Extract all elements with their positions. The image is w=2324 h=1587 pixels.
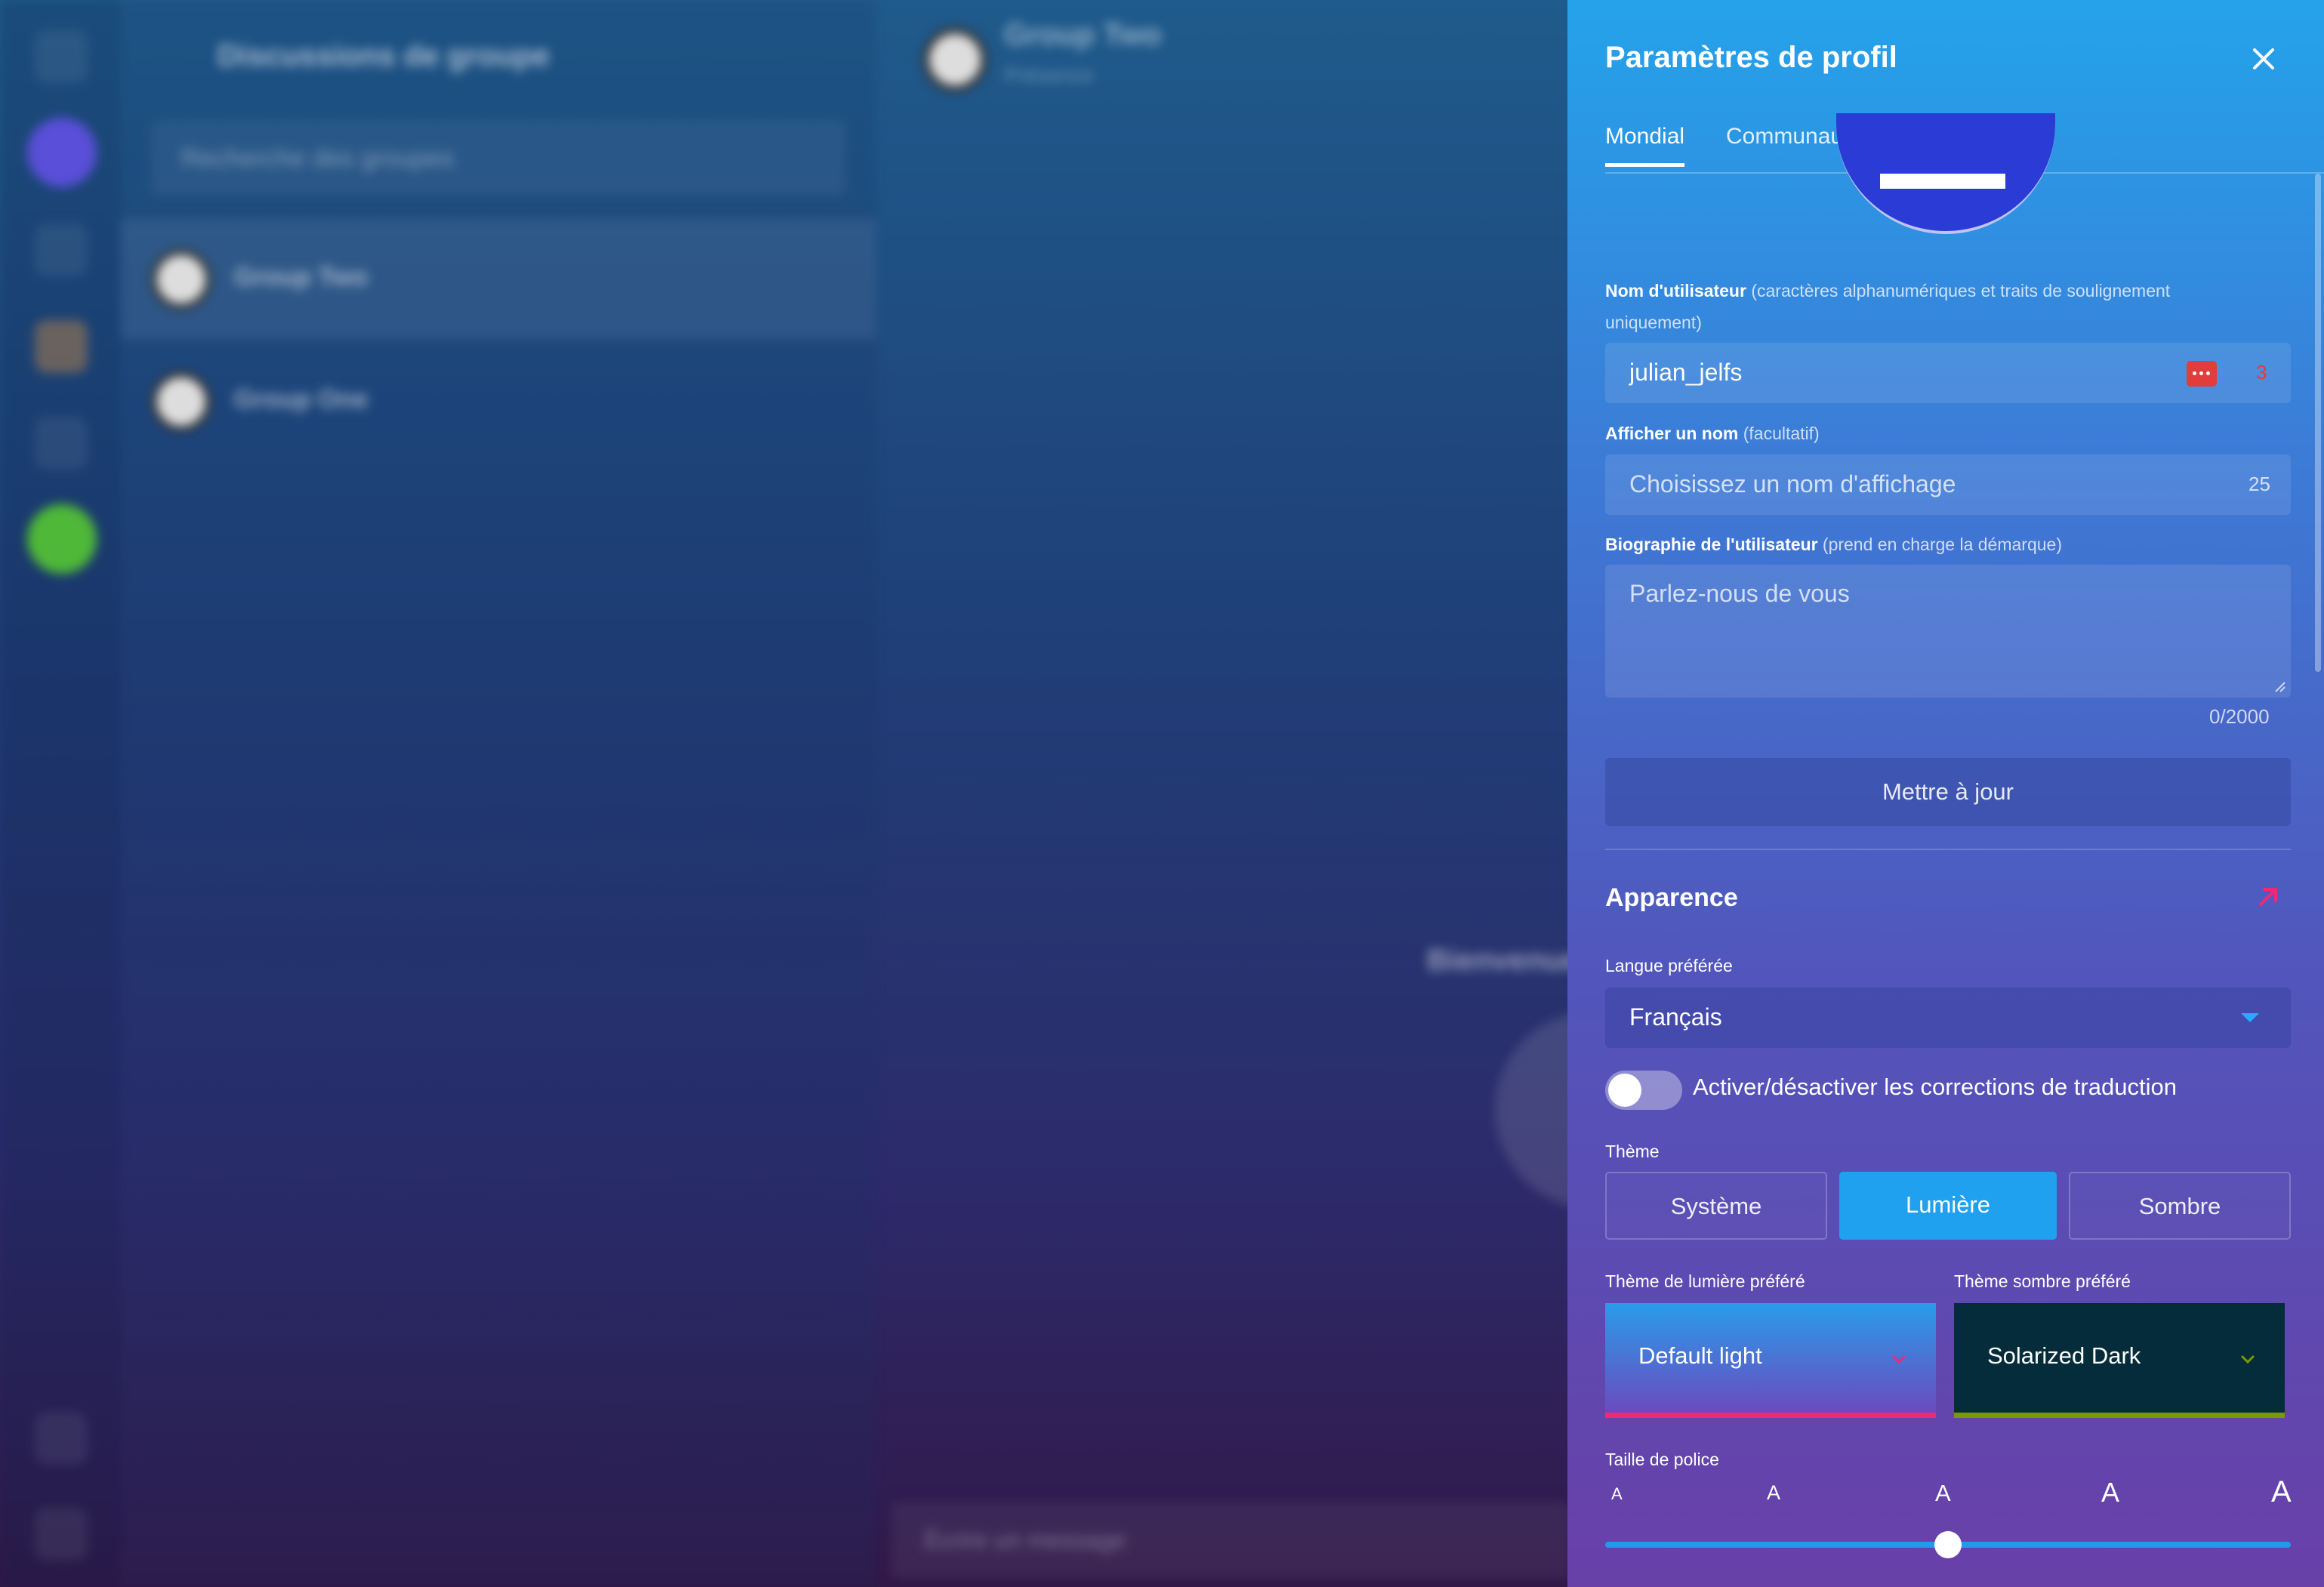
dark-theme-select[interactable]: Solarized Dark — [1954, 1303, 2285, 1418]
password-dots-icon[interactable] — [2187, 361, 2217, 387]
translation-corrections-toggle[interactable] — [1605, 1071, 1682, 1110]
group-name: Group Two — [234, 263, 368, 291]
left-rail — [0, 0, 121, 1587]
external-link-icon[interactable] — [2252, 880, 2285, 914]
profile-icon — [35, 1507, 88, 1560]
light-theme-select[interactable]: Default light — [1605, 1303, 1936, 1418]
group-name: Group One — [234, 385, 368, 414]
group-avatar — [151, 249, 211, 310]
display-name-placeholder: Choisissez un nom d'affichage — [1629, 470, 1956, 498]
theme-light-button[interactable]: Lumière — [1839, 1172, 2057, 1240]
group-avatar — [151, 371, 211, 432]
compose-input: Écrire un message — [891, 1502, 1570, 1578]
group-search-input: Recherche des groupes — [151, 121, 846, 196]
section-divider — [1605, 849, 2291, 850]
font-size-option[interactable]: A — [1935, 1480, 1951, 1507]
language-value: Français — [1629, 1003, 1722, 1031]
display-name-label: Afficher un nom (facultatif) — [1605, 424, 1820, 443]
chat-title: Group Two — [1004, 18, 1162, 51]
display-name-field[interactable]: Choisissez un nom d'affichage 25 — [1605, 455, 2291, 515]
username-hint-line2: uniquement) — [1605, 313, 1702, 332]
font-size-option[interactable]: A — [2101, 1477, 2119, 1508]
groups-icon — [35, 320, 88, 373]
caret-down-icon — [2241, 1013, 2259, 1022]
dark-theme-value: Solarized Dark — [1987, 1342, 2141, 1369]
chat-icon — [35, 223, 88, 276]
theme-dark-button[interactable]: Sombre — [2069, 1172, 2291, 1240]
resize-handle-icon[interactable] — [2274, 681, 2286, 693]
scrollbar[interactable] — [2315, 174, 2321, 672]
avatar-image[interactable] — [1836, 113, 2055, 234]
welcome-text: Bienvenue — [1427, 944, 1580, 977]
tab-mondial[interactable]: Mondial — [1605, 124, 1685, 167]
theme-system-button[interactable]: Système — [1605, 1172, 1827, 1240]
theme-label: Thème — [1605, 1142, 1660, 1161]
light-theme-label: Thème de lumière préféré — [1605, 1271, 1805, 1291]
username-label: Nom d'utilisateur (caractères alphanumér… — [1605, 281, 2171, 300]
light-theme-value: Default light — [1638, 1342, 1762, 1369]
bio-counter: 0/2000 — [2209, 705, 2270, 728]
list-item: Group Two — [121, 219, 876, 340]
appearance-title: Apparence — [1605, 883, 1738, 912]
group-list-title: Discussions de groupe — [217, 39, 550, 72]
panel-title: Paramètres de profil — [1605, 41, 1897, 74]
chat-status: Présence — [1004, 63, 1094, 87]
font-size-label: Taille de police — [1605, 1450, 1719, 1469]
user-avatar — [27, 118, 97, 187]
font-size-slider-thumb[interactable] — [1934, 1531, 1962, 1558]
menu-icon — [35, 30, 88, 83]
username-counter: 3 — [2256, 361, 2267, 384]
display-name-counter: 25 — [2248, 473, 2270, 495]
font-size-option[interactable]: A — [1611, 1484, 1623, 1504]
bio-placeholder: Parlez-nous de vous — [1629, 580, 1850, 607]
favourites-icon — [35, 417, 88, 470]
translation-corrections-label: Activer/désactiver les corrections de tr… — [1693, 1074, 2177, 1100]
chat-avatar — [923, 27, 988, 92]
username-field[interactable]: julian_jelfs 3 — [1605, 343, 2291, 403]
language-label: Langue préférée — [1605, 956, 1733, 975]
dark-theme-label: Thème sombre préféré — [1954, 1271, 2131, 1291]
update-button[interactable]: Mettre à jour — [1605, 758, 2291, 826]
font-size-option[interactable]: A — [1767, 1481, 1780, 1505]
chevron-down-icon — [2241, 1355, 2255, 1364]
profile-settings-panel: Paramètres de profil Mondial Communauté … — [1567, 0, 2324, 1587]
username-value: julian_jelfs — [1629, 359, 1743, 386]
chevron-down-icon — [1892, 1355, 1906, 1364]
group-list: Discussions de groupe Recherche des grou… — [121, 0, 876, 1587]
background-app: Discussions de groupe Recherche des grou… — [0, 0, 1691, 1587]
bio-label: Biographie de l'utilisateur (prend en ch… — [1605, 535, 2062, 554]
font-size-option[interactable]: A — [2271, 1475, 2292, 1509]
language-select[interactable]: Français — [1605, 988, 2291, 1048]
community-avatar — [27, 504, 97, 574]
list-item: Group One — [121, 341, 876, 462]
bio-textarea[interactable]: Parlez-nous de vous — [1605, 565, 2291, 698]
settings-icon — [35, 1412, 88, 1465]
close-icon[interactable] — [2242, 38, 2285, 80]
